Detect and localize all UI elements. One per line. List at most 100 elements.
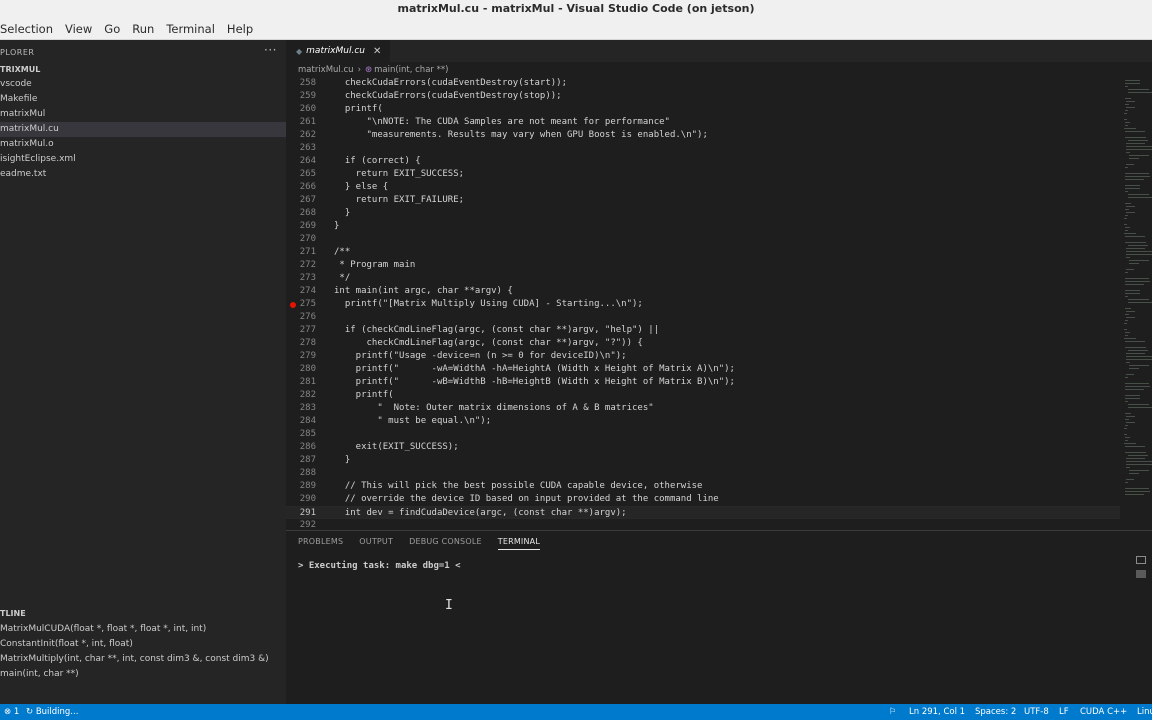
code-line[interactable]: 276 xyxy=(286,311,1120,324)
code-line[interactable]: 287 } xyxy=(286,454,1120,467)
outline-item[interactable]: main(int, char **) xyxy=(0,667,286,682)
minimap-line xyxy=(1125,419,1129,420)
workspace-folder-title[interactable]: TRIXMUL xyxy=(0,65,40,74)
code-line[interactable]: 268 } xyxy=(286,207,1120,220)
code-line[interactable]: 281 printf(" -wB=WidthB -hB=HeightB (Wid… xyxy=(286,376,1120,389)
code-text: checkCudaErrors(cudaEventDestroy(stop)); xyxy=(334,91,562,101)
kill-terminal-icon[interactable] xyxy=(1136,570,1146,578)
explorer-sidebar: PLORER ··· TRIXMUL vscode Makefile matri… xyxy=(0,40,286,704)
code-line[interactable]: 265 return EXIT_SUCCESS; xyxy=(286,168,1120,181)
menu-selection[interactable]: Selection xyxy=(0,22,59,36)
code-text: */ xyxy=(334,273,351,283)
menu-go[interactable]: Go xyxy=(104,22,126,36)
more-actions-icon[interactable]: ··· xyxy=(264,43,277,57)
code-line[interactable]: 283 " Note: Outer matrix dimensions of A… xyxy=(286,402,1120,415)
code-line[interactable]: 270 xyxy=(286,233,1120,246)
code-line[interactable]: 285 xyxy=(286,428,1120,441)
code-line[interactable]: 275 printf("[Matrix Multiply Using CUDA]… xyxy=(286,298,1120,311)
code-line[interactable]: 291 int dev = findCudaDevice(argc, (cons… xyxy=(286,506,1120,519)
code-line[interactable]: 277 if (checkCmdLineFlag(argc, (const ch… xyxy=(286,324,1120,337)
minimap-line xyxy=(1125,320,1129,321)
code-text: } xyxy=(334,208,351,218)
file-item-vscode[interactable]: vscode xyxy=(0,77,286,92)
outline-item[interactable]: MatrixMulCUDA(float *, float *, float *,… xyxy=(0,622,286,637)
code-line[interactable]: 284 " must be equal.\n"); xyxy=(286,415,1120,428)
file-item-matrixmul[interactable]: matrixMul xyxy=(0,107,286,122)
status-position[interactable]: Ln 291, Col 1 xyxy=(909,704,965,720)
minimap-line xyxy=(1125,185,1141,186)
breadcrumb-symbol[interactable]: main(int, char **) xyxy=(374,65,448,75)
code-line[interactable]: 258 checkCudaErrors(cudaEventDestroy(sta… xyxy=(286,77,1120,90)
code-line[interactable]: 271 /** xyxy=(286,246,1120,259)
code-line[interactable]: 273 */ xyxy=(286,272,1120,285)
minimap-line xyxy=(1126,149,1152,150)
menu-run[interactable]: Run xyxy=(132,22,160,36)
outline-item[interactable]: ConstantInit(float *, int, float) xyxy=(0,637,286,652)
status-language[interactable]: CUDA C++ xyxy=(1080,704,1127,720)
split-terminal-icon[interactable] xyxy=(1136,556,1146,564)
code-line[interactable]: 260 printf( xyxy=(286,103,1120,116)
file-item-matrixmul-o[interactable]: matrixMul.o xyxy=(0,137,286,152)
line-number: 262 xyxy=(299,130,316,140)
close-icon[interactable]: ✕ xyxy=(373,46,381,57)
terminal-output[interactable]: > Executing task: make dbg=1 < xyxy=(298,561,461,571)
menu-terminal[interactable]: Terminal xyxy=(166,22,221,36)
code-text: exit(EXIT_SUCCESS); xyxy=(334,442,459,452)
breadcrumb: matrixMul.cu › ⊛ main(int, char **) xyxy=(298,64,448,76)
line-number: 263 xyxy=(299,143,316,153)
code-line[interactable]: 259 checkCudaErrors(cudaEventDestroy(sto… xyxy=(286,90,1120,103)
tab-debug-console[interactable]: DEBUG CONSOLE xyxy=(409,537,482,550)
code-line[interactable]: 262 "measurements. Results may vary when… xyxy=(286,129,1120,142)
file-item-matrixmul-cu[interactable]: matrixMul.cu xyxy=(0,122,286,137)
minimap-line xyxy=(1126,248,1146,249)
status-encoding[interactable]: UTF-8 xyxy=(1024,704,1049,720)
line-number: 277 xyxy=(299,325,316,335)
code-line[interactable]: 279 printf("Usage -device=n (n >= 0 for … xyxy=(286,350,1120,363)
tab-output[interactable]: OUTPUT xyxy=(359,537,393,550)
code-line[interactable]: 290 // override the device ID based on i… xyxy=(286,493,1120,506)
code-line[interactable]: 272 * Program main xyxy=(286,259,1120,272)
code-line[interactable]: 269} xyxy=(286,220,1120,233)
menu-view[interactable]: View xyxy=(65,22,98,36)
minimap[interactable] xyxy=(1122,76,1152,528)
file-item-nsight-eclipse[interactable]: isightEclipse.xml xyxy=(0,152,286,167)
outline-item-label: MatrixMulCUDA(float *, float *, float *,… xyxy=(0,624,207,634)
minimap-line xyxy=(1125,83,1140,84)
outline-item[interactable]: MatrixMultiply(int, char **, int, const … xyxy=(0,652,286,667)
minimap-line xyxy=(1124,233,1136,234)
code-line[interactable]: 286 exit(EXIT_SUCCESS); xyxy=(286,441,1120,454)
code-line[interactable]: 278 checkCmdLineFlag(argc, (const char *… xyxy=(286,337,1120,350)
status-building[interactable]: ↻ Building... xyxy=(26,704,78,720)
code-line[interactable]: 264 if (correct) { xyxy=(286,155,1120,168)
tab-problems[interactable]: PROBLEMS xyxy=(298,537,343,550)
code-line[interactable]: 292 xyxy=(286,519,1120,528)
code-line[interactable]: 263 xyxy=(286,142,1120,155)
code-text: checkCudaErrors(cudaEventDestroy(start))… xyxy=(334,78,567,88)
bell-icon[interactable]: ⚐ xyxy=(889,704,897,720)
status-platform[interactable]: Linu xyxy=(1137,704,1152,720)
tab-matrixmul-cu[interactable]: ◆ matrixMul.cu ✕ xyxy=(286,40,390,62)
menu-help[interactable]: Help xyxy=(227,22,259,36)
minimap-line xyxy=(1126,251,1152,252)
code-line[interactable]: 274 int main(int argc, char **argv) { xyxy=(286,285,1120,298)
code-line[interactable]: 280 printf(" -wA=WidthA -hA=HeightA (Wid… xyxy=(286,363,1120,376)
outline-title[interactable]: TLINE xyxy=(0,609,26,618)
file-item-readme[interactable]: eadme.txt xyxy=(0,167,286,182)
breadcrumb-file[interactable]: matrixMul.cu xyxy=(298,65,354,75)
status-errors[interactable]: ⊗ 1 xyxy=(4,704,19,720)
status-spaces[interactable]: Spaces: 2 xyxy=(975,704,1016,720)
tab-terminal[interactable]: TERMINAL xyxy=(497,537,541,550)
code-line[interactable]: 282 printf( xyxy=(286,389,1120,402)
file-item-makefile[interactable]: Makefile xyxy=(0,92,286,107)
code-editor[interactable]: 258 checkCudaErrors(cudaEventDestroy(sta… xyxy=(286,76,1120,528)
code-line[interactable]: 267 return EXIT_FAILURE; xyxy=(286,194,1120,207)
code-line[interactable]: 289 // This will pick the best possible … xyxy=(286,480,1120,493)
code-line[interactable]: 261 "\nNOTE: The CUDA Samples are not me… xyxy=(286,116,1120,129)
status-eol[interactable]: LF xyxy=(1059,704,1069,720)
minimap-line xyxy=(1126,461,1152,462)
minimap-line xyxy=(1125,425,1129,426)
code-line[interactable]: 288 xyxy=(286,467,1120,480)
minimap-line xyxy=(1124,218,1127,219)
code-line[interactable]: 266 } else { xyxy=(286,181,1120,194)
line-number: 289 xyxy=(299,481,316,491)
